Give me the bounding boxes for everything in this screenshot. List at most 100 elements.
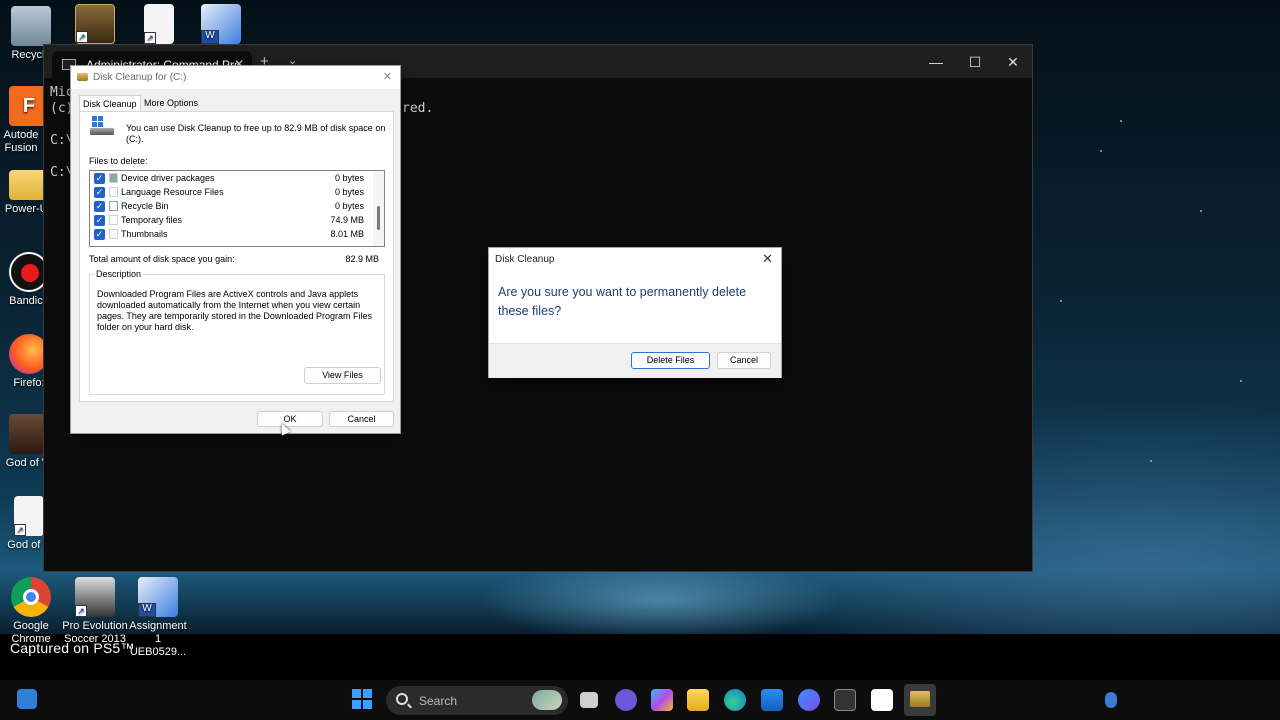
file-row[interactable]: ✓ Language Resource Files 0 bytes — [90, 185, 374, 199]
shortcut-arrow-icon: W — [138, 603, 156, 617]
file-size: 0 bytes — [334, 201, 364, 211]
file-icon: ↗ — [14, 496, 44, 536]
dialog-title: Disk Cleanup — [495, 254, 555, 265]
taskbar: Search — [0, 680, 1280, 720]
file-name: Device driver packages — [121, 173, 215, 183]
shortcut-arrow-icon: ↗ — [14, 524, 26, 536]
desktop-icon-file[interactable]: ↗ — [128, 4, 190, 47]
file-size: 74.9 MB — [330, 215, 364, 225]
ok-button[interactable]: OK — [257, 411, 323, 427]
description-group: Description Downloaded Program Files are… — [89, 269, 385, 395]
app-icon: ↗ — [75, 4, 115, 44]
file-name: Recycle Bin — [121, 201, 169, 211]
files-list[interactable]: ✓ Device driver packages 0 bytes ✓ Langu… — [89, 170, 385, 247]
total-value: 82.9 MB — [345, 254, 379, 264]
view-files-button[interactable]: View Files — [304, 367, 381, 384]
checkbox[interactable]: ✓ — [94, 229, 105, 240]
shortcut-arrow-icon: ↗ — [144, 32, 156, 44]
desktop-icon-word-doc[interactable]: W — [190, 4, 252, 47]
list-scrollbar[interactable] — [373, 171, 384, 246]
drive-icon — [90, 116, 114, 138]
confirm-message: Are you sure you want to permanently del… — [498, 285, 747, 318]
scrollbar-thumb[interactable] — [377, 206, 380, 230]
chat-icon[interactable] — [615, 689, 637, 711]
description-text: Downloaded Program Files are ActiveX con… — [97, 289, 372, 332]
minimize-button[interactable]: — — [921, 51, 951, 73]
cmd-output-fragment: red. — [402, 101, 434, 116]
shortcut-arrow-icon: W — [201, 30, 219, 44]
search-highlight-icon — [532, 690, 562, 710]
cancel-button[interactable]: Cancel — [717, 352, 771, 369]
description-label: Description — [94, 269, 144, 279]
checkbox[interactable]: ✓ — [94, 215, 105, 226]
file-icon — [109, 187, 118, 197]
capture-watermark: Captured on PS5™ — [10, 640, 135, 656]
game-icon: ↗ — [75, 577, 115, 617]
chrome-icon — [11, 577, 51, 617]
recycle-bin-icon — [11, 6, 51, 46]
word-icon: W — [201, 4, 241, 44]
file-row[interactable]: ✓ Temporary files 74.9 MB — [90, 213, 374, 227]
file-icon: ↗ — [144, 4, 174, 44]
file-size: 8.01 MB — [330, 229, 364, 239]
shortcut-arrow-icon: ↗ — [76, 31, 88, 43]
caption-bar — [0, 634, 1280, 680]
dialog-titlebar[interactable]: Disk Cleanup for (C:) ✕ — [71, 66, 400, 89]
dialog-title: Disk Cleanup for (C:) — [93, 72, 187, 83]
desktop-icon-label: Autode Fusion — [3, 129, 39, 154]
checkbox[interactable]: ✓ — [94, 173, 105, 184]
file-size: 0 bytes — [334, 187, 364, 197]
cancel-button[interactable]: Cancel — [329, 411, 394, 427]
dialog-footer: Delete Files Cancel — [489, 343, 781, 378]
taskbar-search[interactable]: Search — [386, 686, 568, 715]
file-icon — [109, 229, 118, 239]
file-explorer-icon[interactable] — [687, 689, 709, 711]
active-disk-cleanup-taskbar-item[interactable] — [904, 684, 936, 716]
word-icon: W — [138, 577, 178, 617]
desktop-icon-chrome[interactable]: Google Chrome — [0, 577, 62, 646]
file-row[interactable]: ✓ Device driver packages 0 bytes — [90, 171, 374, 185]
checkbox[interactable]: ✓ — [94, 187, 105, 198]
search-icon — [396, 693, 408, 705]
shortcut-arrow-icon: ↗ — [75, 605, 87, 617]
file-row[interactable]: ✓ Thumbnails 8.01 MB — [90, 227, 374, 241]
media-player-icon[interactable] — [798, 689, 820, 711]
driver-package-icon — [109, 173, 118, 183]
capcut-icon[interactable] — [871, 689, 893, 711]
disk-cleanup-panel: You can use Disk Cleanup to free up to 8… — [79, 111, 394, 402]
task-view-icon[interactable] — [580, 692, 598, 708]
close-icon[interactable]: ✕ — [762, 251, 773, 267]
file-icon — [109, 215, 118, 225]
checkbox[interactable]: ✓ — [94, 201, 105, 212]
desktop-icon-app-shortcut[interactable]: ↗ — [64, 4, 126, 47]
tab-more-options[interactable]: More Options — [141, 95, 201, 111]
delete-files-button[interactable]: Delete Files — [631, 352, 710, 369]
file-name: Language Resource Files — [121, 187, 224, 197]
intro-text: You can use Disk Cleanup to free up to 8… — [126, 123, 386, 144]
widgets-icon[interactable] — [17, 689, 37, 709]
desktop-icon-label: Assignment 1 UEB0529... — [129, 620, 187, 658]
desktop-icon-assignment[interactable]: W Assignment 1 UEB0529... — [126, 577, 190, 659]
file-row[interactable]: ✓ Recycle Bin 0 bytes — [90, 199, 374, 213]
files-to-delete-label: Files to delete: — [89, 156, 148, 166]
disk-cleanup-icon — [77, 73, 88, 81]
file-size: 0 bytes — [334, 173, 364, 183]
tab-disk-cleanup[interactable]: Disk Cleanup — [79, 95, 141, 111]
search-placeholder: Search — [419, 694, 458, 708]
edge-icon[interactable] — [724, 689, 746, 711]
maximize-button[interactable]: ☐ — [960, 51, 990, 73]
close-icon[interactable]: ✕ — [383, 70, 392, 83]
copilot-icon[interactable] — [651, 689, 673, 711]
disk-cleanup-dialog[interactable]: Disk Cleanup for (C:) ✕ Disk Cleanup Mor… — [70, 65, 401, 434]
start-button[interactable] — [352, 689, 372, 709]
total-label: Total amount of disk space you gain: — [89, 254, 235, 264]
store-icon[interactable] — [761, 689, 783, 711]
microphone-icon[interactable] — [1105, 692, 1117, 708]
desktop-icon-pes[interactable]: ↗ Pro Evolution Soccer 2013 — [62, 577, 128, 646]
file-name: Thumbnails — [121, 229, 168, 239]
close-window-button[interactable]: ✕ — [998, 51, 1028, 73]
confirm-delete-dialog[interactable]: Disk Cleanup ✕ Are you sure you want to … — [488, 247, 782, 378]
terminal-icon[interactable] — [834, 689, 856, 711]
recycle-bin-icon — [109, 201, 118, 211]
file-name: Temporary files — [121, 215, 183, 225]
